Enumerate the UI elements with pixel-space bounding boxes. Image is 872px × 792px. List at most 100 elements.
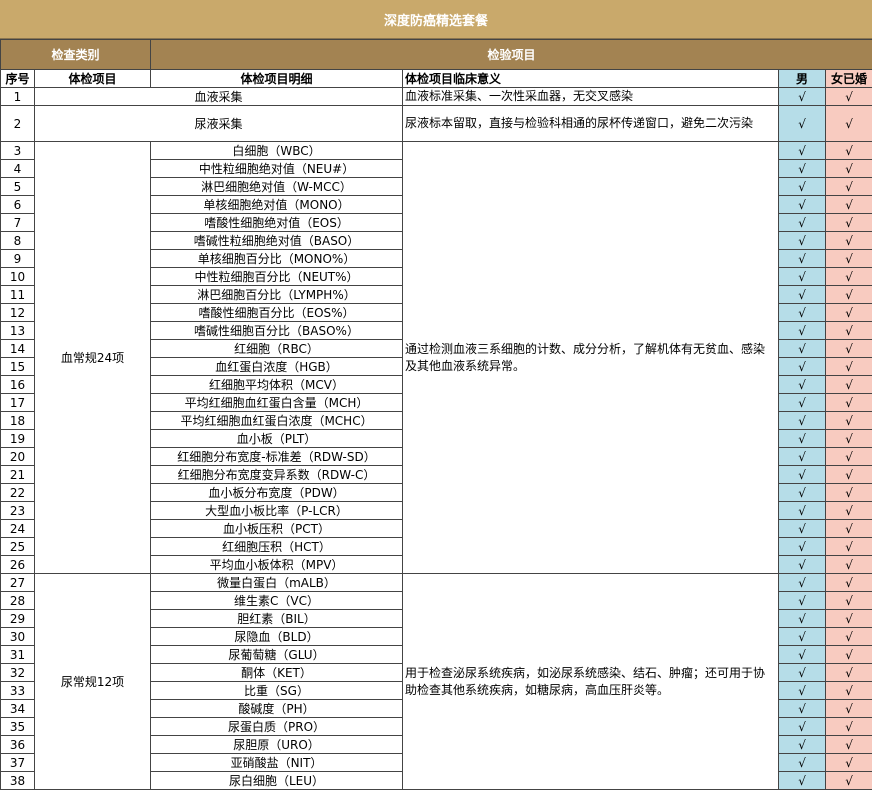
row-detail: 红细胞分布宽度变异系数（RDW-C） bbox=[150, 465, 404, 484]
table-row: 27 尿常规12项 微量白蛋白（mALB） 用于检查泌尿系统疾病，如泌尿系统感染、结石… bbox=[0, 573, 872, 790]
female-check: √ bbox=[825, 663, 872, 682]
female-check: √ bbox=[825, 375, 872, 394]
row-no: 16 bbox=[0, 375, 35, 394]
female-check: √ bbox=[825, 249, 872, 268]
row-no: 5 bbox=[0, 177, 35, 196]
male-check: √ bbox=[778, 645, 827, 664]
col-female: 女已婚 bbox=[825, 69, 872, 88]
male-check: √ bbox=[778, 267, 827, 286]
female-check: √ bbox=[825, 141, 872, 160]
row-no: 38 bbox=[0, 771, 35, 790]
table-row: 2 尿液采集 尿液标本留取，直接与检验科相通的尿杯传递窗口，避免二次污染 √ √ bbox=[0, 105, 872, 142]
female-check: √ bbox=[825, 501, 872, 520]
female-check: √ bbox=[825, 321, 872, 340]
row-detail: 比重（SG） bbox=[150, 681, 404, 700]
row-no: 25 bbox=[0, 537, 35, 556]
male-check: √ bbox=[778, 141, 827, 160]
male-check: √ bbox=[778, 303, 827, 322]
column-header-row: 序号 体检项目 体检项目明细 体检项目临床意义 男 女已婚 bbox=[0, 69, 872, 88]
row-detail: 尿胆原（URO） bbox=[150, 735, 404, 754]
row-detail: 中性粒细胞百分比（NEUT%） bbox=[150, 267, 404, 286]
row-no: 15 bbox=[0, 357, 35, 376]
row-name: 血液采集 bbox=[33, 87, 404, 106]
row-no: 34 bbox=[0, 699, 35, 718]
female-check: √ bbox=[825, 735, 872, 754]
female-check: √ bbox=[825, 267, 872, 286]
male-check: √ bbox=[778, 393, 827, 412]
group-name: 血常规24项 bbox=[33, 141, 152, 574]
male-check: √ bbox=[778, 501, 827, 520]
row-detail: 尿白细胞（LEU） bbox=[150, 771, 404, 790]
row-detail: 红细胞（RBC） bbox=[150, 339, 404, 358]
male-check: √ bbox=[778, 285, 827, 304]
row-no: 32 bbox=[0, 663, 35, 682]
row-no: 21 bbox=[0, 465, 35, 484]
male-check: √ bbox=[778, 483, 827, 502]
male-check: √ bbox=[778, 411, 827, 430]
male-check: √ bbox=[778, 771, 827, 790]
female-check: √ bbox=[825, 105, 872, 142]
female-check: √ bbox=[825, 519, 872, 538]
female-check: √ bbox=[825, 573, 872, 592]
row-no: 23 bbox=[0, 501, 35, 520]
female-check: √ bbox=[825, 483, 872, 502]
col-male: 男 bbox=[778, 69, 827, 88]
female-check: √ bbox=[825, 411, 872, 430]
row-detail: 血小板分布宽度（PDW） bbox=[150, 483, 404, 502]
row-detail: 单核细胞百分比（MONO%） bbox=[150, 249, 404, 268]
female-check: √ bbox=[825, 465, 872, 484]
female-check: √ bbox=[825, 429, 872, 448]
row-no: 29 bbox=[0, 609, 35, 628]
row-detail: 胆红素（BIL） bbox=[150, 609, 404, 628]
female-check: √ bbox=[825, 537, 872, 556]
male-check: √ bbox=[778, 591, 827, 610]
female-check: √ bbox=[825, 303, 872, 322]
row-detail: 嗜酸性细胞绝对值（EOS） bbox=[150, 213, 404, 232]
row-no: 9 bbox=[0, 249, 35, 268]
category-header: 检查类别 bbox=[0, 39, 152, 70]
row-no: 1 bbox=[0, 87, 35, 106]
female-check: √ bbox=[825, 87, 872, 106]
row-no: 17 bbox=[0, 393, 35, 412]
female-check: √ bbox=[825, 627, 872, 646]
row-detail: 平均血小板体积（MPV） bbox=[150, 555, 404, 574]
female-check: √ bbox=[825, 231, 872, 250]
row-detail: 尿蛋白质（PRO） bbox=[150, 717, 404, 736]
male-check: √ bbox=[778, 231, 827, 250]
row-no: 33 bbox=[0, 681, 35, 700]
male-check: √ bbox=[778, 339, 827, 358]
row-no: 31 bbox=[0, 645, 35, 664]
col-exam-item: 体检项目 bbox=[33, 69, 152, 88]
male-check: √ bbox=[778, 519, 827, 538]
row-detail: 血红蛋白浓度（HGB） bbox=[150, 357, 404, 376]
row-name: 尿液采集 bbox=[33, 105, 404, 142]
female-check: √ bbox=[825, 681, 872, 700]
row-no: 12 bbox=[0, 303, 35, 322]
row-detail: 嗜碱性细胞百分比（BASO%） bbox=[150, 321, 404, 340]
male-check: √ bbox=[778, 699, 827, 718]
male-check: √ bbox=[778, 681, 827, 700]
row-no: 3 bbox=[0, 141, 35, 160]
row-detail: 红细胞平均体积（MCV） bbox=[150, 375, 404, 394]
row-detail: 血小板（PLT） bbox=[150, 429, 404, 448]
row-no: 37 bbox=[0, 753, 35, 772]
female-check: √ bbox=[825, 447, 872, 466]
female-check: √ bbox=[825, 177, 872, 196]
male-check: √ bbox=[778, 105, 827, 142]
row-no: 26 bbox=[0, 555, 35, 574]
group-significance: 用于检查泌尿系统疾病，如泌尿系统感染、结石、肿瘤；还可用于协助检查其他系统疾病，… bbox=[402, 573, 780, 790]
male-check: √ bbox=[778, 663, 827, 682]
row-detail: 淋巴细胞绝对值（W-MCC） bbox=[150, 177, 404, 196]
row-detail: 淋巴细胞百分比（LYMPH%） bbox=[150, 285, 404, 304]
male-check: √ bbox=[778, 249, 827, 268]
female-check: √ bbox=[825, 357, 872, 376]
row-no: 7 bbox=[0, 213, 35, 232]
row-detail: 红细胞分布宽度-标准差（RDW-SD） bbox=[150, 447, 404, 466]
male-check: √ bbox=[778, 375, 827, 394]
table-row: 3 血常规24项 白细胞（WBC） 通过检测血液三系细胞的计数、成分分析，了解机体有无… bbox=[0, 141, 872, 574]
row-detail: 尿隐血（BLD） bbox=[150, 627, 404, 646]
male-check: √ bbox=[778, 735, 827, 754]
row-significance: 血液标准采集、一次性采血器，无交叉感染 bbox=[402, 87, 780, 106]
row-detail: 血小板压积（PCT） bbox=[150, 519, 404, 538]
male-check: √ bbox=[778, 609, 827, 628]
